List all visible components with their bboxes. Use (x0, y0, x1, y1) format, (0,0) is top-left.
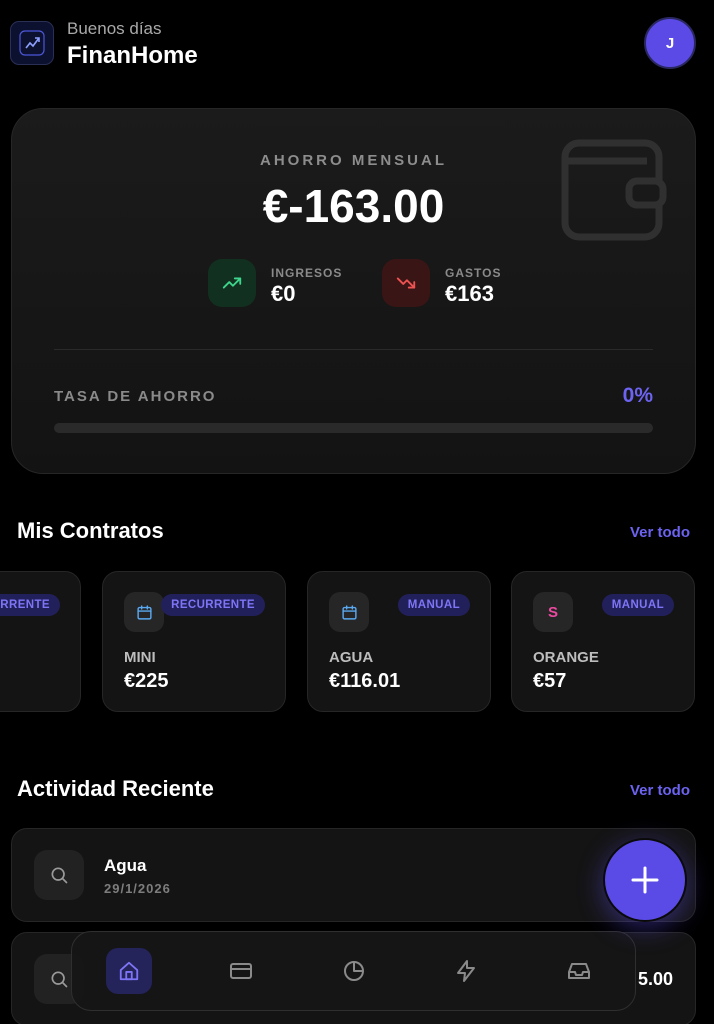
calendar-icon (329, 592, 369, 632)
activity-date: 29/1/2026 (104, 881, 171, 896)
activity-see-all-link[interactable]: Ver todo (630, 782, 690, 799)
expense-label: GASTOS (445, 266, 502, 280)
avatar[interactable]: J (644, 17, 696, 69)
income-label: INGRESOS (271, 266, 343, 280)
activity-item[interactable]: Agua 29/1/2026 (11, 828, 696, 922)
plus-icon (631, 866, 659, 894)
calendar-icon (124, 592, 164, 632)
search-icon (34, 850, 84, 900)
contract-name: ORANGE (533, 649, 599, 666)
savings-card: AHORRO MENSUAL €-163.00 INGRESOS €0 GAST… (11, 108, 696, 474)
savings-rate-value: 0% (622, 384, 653, 407)
nav-pie-chart-icon[interactable] (331, 948, 377, 994)
app-header: Buenos días FinanHome J (10, 17, 696, 71)
contract-card-orange[interactable]: S MANUAL ORANGE €57 (511, 571, 695, 712)
activity-title: Actividad Reciente (17, 776, 214, 801)
contract-type-badge: MANUAL (601, 594, 674, 616)
app-title: FinanHome (67, 42, 198, 69)
contract-card-agua[interactable]: MANUAL AGUA €116.01 (307, 571, 491, 712)
contract-card[interactable]: RECURRENTE (0, 571, 81, 712)
savings-rate-progress (54, 423, 653, 433)
savings-rate-label: TASA DE AHORRO (54, 388, 217, 405)
logo-icon (19, 30, 45, 56)
nav-card-icon[interactable] (218, 948, 264, 994)
expense-value: €163 (445, 281, 494, 306)
savings-label: AHORRO MENSUAL (260, 152, 447, 169)
contract-amount: €116.01 (329, 670, 401, 692)
contract-type-badge: RECURRENTE (161, 594, 265, 616)
contracts-see-all-link[interactable]: Ver todo (630, 524, 690, 541)
activity-name: Agua (104, 856, 147, 875)
app-logo (10, 21, 54, 65)
contract-card-mini[interactable]: RECURRENTE MINI €225 (102, 571, 286, 712)
income-value: €0 (271, 281, 296, 306)
contract-name: MINI (124, 649, 156, 666)
nav-home-icon[interactable] (106, 948, 152, 994)
trending-up-icon (208, 259, 256, 307)
add-button[interactable] (603, 838, 687, 922)
contract-amount: €225 (124, 670, 169, 692)
contracts-carousel[interactable]: RECURRENTE RECURRENTE MINI €225 MANUAL A… (0, 571, 714, 713)
contract-type-badge: MANUAL (397, 594, 470, 616)
contract-type-badge: RECURRENTE (0, 594, 60, 616)
greeting-text: Buenos días (67, 19, 162, 38)
trending-down-icon (382, 259, 430, 307)
divider (54, 349, 653, 350)
contract-initial-icon: S (533, 592, 573, 632)
nav-inbox-icon[interactable] (556, 948, 602, 994)
contract-amount: €57 (533, 670, 567, 692)
bottom-navigation (71, 931, 636, 1011)
contract-name: AGUA (329, 649, 374, 666)
nav-bolt-icon[interactable] (443, 948, 489, 994)
activity-amount: 5.00 (637, 969, 673, 989)
savings-amount: €-163.00 (262, 180, 445, 232)
contracts-title: Mis Contratos (17, 518, 164, 543)
